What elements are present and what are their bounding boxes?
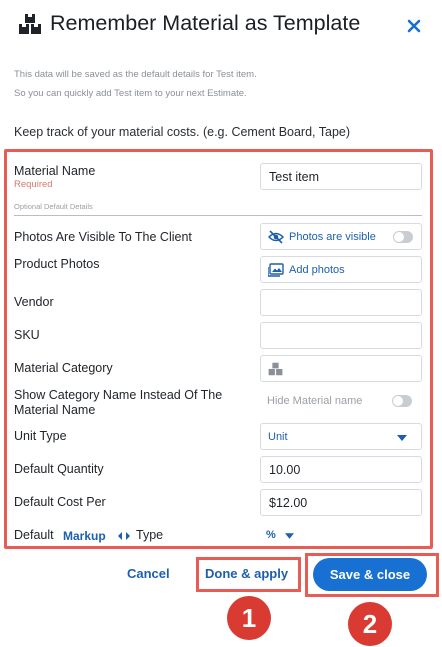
done-apply-button[interactable]: Done & apply [205,566,288,581]
cancel-button[interactable]: Cancel [127,566,170,581]
default-cost-value: $12.00 [269,496,308,510]
image-icon [268,263,284,277]
markup-label-prefix: Default [14,528,54,542]
required-label: Required [14,179,53,190]
hide-material-name-toggle[interactable] [392,395,412,407]
material-name-value: Test item [269,170,320,184]
show-category-label-line1: Show Category Name Instead Of The [14,388,223,402]
info-text-line2: So you can quickly add Test item to your… [14,88,247,99]
annotation-badge-1: 1 [227,596,271,640]
sku-label: SKU [14,328,40,342]
product-photos-label: Product Photos [14,257,100,271]
unit-type-label: Unit Type [14,429,67,443]
markup-label-suffix: Type [136,528,164,542]
swap-arrows-icon[interactable] [118,532,130,540]
hide-material-name-label: Hide Material name [267,395,363,407]
add-photos-text: Add photos [289,264,345,276]
default-quantity-label: Default Quantity [14,462,104,476]
photos-visible-text: Photos are visible [289,231,376,243]
close-icon[interactable] [404,14,424,36]
markup-link[interactable]: Markup [63,529,106,543]
material-category-label: Material Category [14,361,113,375]
sku-input[interactable] [260,322,422,349]
caret-down-icon[interactable] [285,533,294,539]
material-boxes-icon [268,362,283,376]
material-category-select[interactable] [260,355,422,382]
optional-details-heading: Optional Default Details [14,202,93,211]
photos-visible-toggle[interactable] [393,231,413,243]
vendor-label: Vendor [14,295,54,309]
caret-down-icon [397,435,407,441]
eye-slash-icon [268,230,284,244]
material-name-input[interactable]: Test item [260,163,422,190]
show-category-label-line2: Material Name [14,403,96,417]
default-cost-label: Default Cost Per [14,495,106,509]
dialog-header: Remember Material as Template [0,0,442,50]
photos-visible-control[interactable]: Photos are visible [260,223,422,250]
unit-type-value: Unit [268,431,288,443]
dialog-title: Remember Material as Template [50,11,361,35]
default-quantity-input[interactable]: 10.00 [260,456,422,483]
info-text-line1: This data will be saved as the default d… [14,69,257,80]
photos-visible-label: Photos Are Visible To The Client [14,230,192,244]
vendor-input[interactable] [260,289,422,316]
section-description: Keep track of your material costs. (e.g.… [14,125,351,139]
add-photos-button[interactable]: Add photos [260,256,422,283]
default-quantity-value: 10.00 [269,463,301,477]
save-close-button[interactable]: Save & close [313,558,427,591]
annotation-badge-2: 2 [348,602,392,646]
material-name-label: Material Name [14,164,96,178]
markup-type-value[interactable]: % [266,529,276,541]
divider [14,215,422,216]
material-boxes-icon [19,14,41,34]
unit-type-select[interactable]: Unit [260,423,422,450]
default-cost-input[interactable]: $12.00 [260,489,422,516]
